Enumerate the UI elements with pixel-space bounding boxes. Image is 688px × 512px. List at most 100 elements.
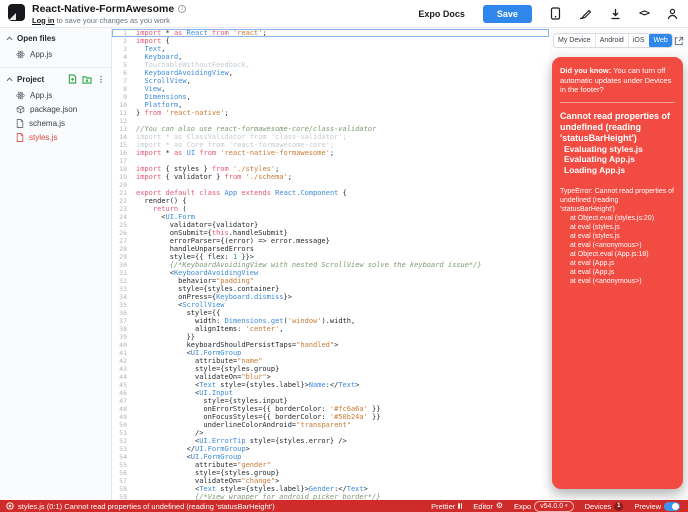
code-line-21[interactable]: 21 export default class App extends React… xyxy=(112,189,549,197)
theme-icon[interactable] xyxy=(579,8,592,20)
file-package.json[interactable]: package.json xyxy=(0,102,111,116)
code-line-17[interactable]: 17 xyxy=(112,157,549,165)
editor-settings-button[interactable]: Editor ⚙ xyxy=(473,502,503,511)
project-header[interactable]: Project ⋮ xyxy=(0,71,111,87)
code-line-44[interactable]: 44 validateOn="blur"> xyxy=(112,373,549,381)
snack-logo[interactable] xyxy=(8,3,25,21)
code-line-4[interactable]: 4 Keyboard, xyxy=(112,53,549,61)
code-line-25[interactable]: 25 validator={validator} xyxy=(112,221,549,229)
code-line-24[interactable]: 24 <UI.Form xyxy=(112,213,549,221)
code-line-30[interactable]: 30 {/*KeyboardAvoidingView with nested S… xyxy=(112,261,549,269)
code-line-31[interactable]: 31 <KeyboardAvoidingView xyxy=(112,269,549,277)
tab-web[interactable]: Web xyxy=(648,34,672,47)
code-line-1[interactable]: 1 import * as React from 'react'; xyxy=(112,29,549,37)
code-line-14[interactable]: 14 import * as ClassValidator from 'class… xyxy=(112,133,549,141)
code-line-8[interactable]: 8 View, xyxy=(112,85,549,93)
code-line-50[interactable]: 50 underlineColorAndroid="transparent" xyxy=(112,421,549,429)
code-line-35[interactable]: 35 <ScrollView xyxy=(112,301,549,309)
app-header: React-Native-FormAwesome i Log in to sav… xyxy=(0,0,688,28)
code-line-43[interactable]: 43 style={styles.group} xyxy=(112,365,549,373)
import-files-icon[interactable] xyxy=(82,75,92,84)
code-line-46[interactable]: 46 <UI.Input xyxy=(112,389,549,397)
code-line-52[interactable]: 52 <UI.ErrorTip style={styles.error} /> xyxy=(112,437,549,445)
code-line-40[interactable]: 40 keyboardShouldPersistTaps="handled"> xyxy=(112,341,549,349)
code-line-19[interactable]: 19 import { validator } from './schema'; xyxy=(112,173,549,181)
embed-code-icon[interactable]: <> xyxy=(639,8,650,19)
file-App.js[interactable]: App.js xyxy=(0,88,111,102)
code-line-34[interactable]: 34 onPress={Keyboard.dismiss}> xyxy=(112,293,549,301)
code-line-53[interactable]: 53 </UI.FormGroup> xyxy=(112,445,549,453)
code-line-18[interactable]: 18 import { styles } from './styles'; xyxy=(112,165,549,173)
account-icon[interactable] xyxy=(667,8,678,20)
project-menu-icon[interactable]: ⋮ xyxy=(97,75,105,84)
line-number: 17 xyxy=(119,157,127,165)
code-line-47[interactable]: 47 style={styles.input} xyxy=(112,397,549,405)
code-line-55[interactable]: 55 attribute="gender" xyxy=(112,461,549,469)
code-line-58[interactable]: 58 <Text style={styles.label}>Gender:</T… xyxy=(112,485,549,493)
login-link[interactable]: Log in xyxy=(32,16,55,25)
line-number: 36 xyxy=(119,309,127,317)
code-line-16[interactable]: 16 import * as UI from 'react-native-form… xyxy=(112,149,549,157)
code-line-56[interactable]: 56 style={styles.group} xyxy=(112,469,549,477)
line-content: underlineColorAndroid="transparent" xyxy=(136,421,351,429)
save-button[interactable]: Save xyxy=(482,4,532,23)
expo-docs-link[interactable]: Expo Docs xyxy=(418,9,465,19)
preview-toggle-item[interactable]: Preview xyxy=(634,501,680,511)
code-line-42[interactable]: 42 attribute="name" xyxy=(112,357,549,365)
code-line-41[interactable]: 41 <UI.FormGroup xyxy=(112,349,549,357)
file-schema.js[interactable]: schema.js xyxy=(0,116,111,130)
code-line-39[interactable]: 39 }} xyxy=(112,333,549,341)
code-line-5[interactable]: 5 TouchableWithoutFeedback, xyxy=(112,61,549,69)
tab-ios[interactable]: iOS xyxy=(629,34,650,47)
code-line-36[interactable]: 36 style={{ xyxy=(112,309,549,317)
code-line-28[interactable]: 28 handleUnparsedErrors xyxy=(112,245,549,253)
code-line-45[interactable]: 45 <Text style={styles.label}>Name:</Tex… xyxy=(112,381,549,389)
code-line-9[interactable]: 9 Dimensions, xyxy=(112,93,549,101)
code-line-23[interactable]: 23 return ( xyxy=(112,205,549,213)
open-external-icon[interactable] xyxy=(674,36,684,46)
code-line-29[interactable]: 29 style={{ flex: 1 }}> xyxy=(112,253,549,261)
info-icon[interactable]: i xyxy=(178,4,187,13)
tab-my-device[interactable]: My Device xyxy=(554,34,596,47)
code-line-32[interactable]: 32 behavior="padding" xyxy=(112,277,549,285)
code-line-38[interactable]: 38 alignItems: 'center', xyxy=(112,325,549,333)
code-line-54[interactable]: 54 <UI.FormGroup xyxy=(112,453,549,461)
code-line-10[interactable]: 10 Platform, xyxy=(112,101,549,109)
device-preview-icon[interactable] xyxy=(550,7,561,20)
code-line-27[interactable]: 27 errorParser={(error) => error.message… xyxy=(112,237,549,245)
new-file-icon[interactable] xyxy=(68,74,77,84)
file-App.js[interactable]: App.js xyxy=(0,47,111,61)
code-line-51[interactable]: 51 /> xyxy=(112,429,549,437)
sdk-version-pill[interactable]: v54.0.0 ▾ xyxy=(534,500,574,512)
code-line-15[interactable]: 15 import * as Core from 'react-formaweso… xyxy=(112,141,549,149)
code-line-26[interactable]: 26 onSubmit={this.handleSubmit} xyxy=(112,229,549,237)
code-line-48[interactable]: 48 onErrorStyles={{ borderColor: '#fc6a6… xyxy=(112,405,549,413)
code-line-49[interactable]: 49 onFocusStyles={{ borderColor: '#50b24… xyxy=(112,413,549,421)
code-line-33[interactable]: 33 style={styles.container} xyxy=(112,285,549,293)
devices-button[interactable]: Devices 1 xyxy=(585,501,624,511)
preview-toggle[interactable] xyxy=(664,501,680,511)
prettier-button[interactable]: Prettier xyxy=(431,502,463,511)
code-line-11[interactable]: 11} from 'react-native'; xyxy=(112,109,549,117)
package-icon xyxy=(16,105,25,114)
download-icon[interactable] xyxy=(610,8,621,20)
statusbar-error-text[interactable]: styles.js (0:1) Cannot read properties o… xyxy=(18,502,275,511)
code-line-7[interactable]: 7 ScrollView, xyxy=(112,77,549,85)
code-line-2[interactable]: 2 import { xyxy=(112,37,549,45)
code-line-12[interactable]: 12 xyxy=(112,117,549,125)
code-line-20[interactable]: 20 xyxy=(112,181,549,189)
code-line-3[interactable]: 3 Text, xyxy=(112,45,549,53)
expo-version[interactable]: Expo v54.0.0 ▾ xyxy=(514,500,574,512)
stack-trace: TypeError: Cannot read properties of und… xyxy=(560,187,675,286)
code-line-13[interactable]: 13 //You can also use react-formawesome-c… xyxy=(112,125,549,133)
code-line-22[interactable]: 22 render() { xyxy=(112,197,549,205)
line-number: 9 xyxy=(123,93,127,101)
tab-android[interactable]: Android xyxy=(596,34,629,47)
code-line-6[interactable]: 6 KeyboardAvoidingView, xyxy=(112,69,549,77)
code-editor[interactable]: 1 import * as React from 'react'; 2 import … xyxy=(112,28,549,500)
code-line-57[interactable]: 57 validateOn="change"> xyxy=(112,477,549,485)
file-styles.js[interactable]: styles.js xyxy=(0,130,111,144)
open-files-header[interactable]: Open files xyxy=(0,31,111,46)
code-line-59[interactable]: 59 {/*View wrapper for android picker bo… xyxy=(112,493,549,500)
code-line-37[interactable]: 37 width: Dimensions.get('window').width… xyxy=(112,317,549,325)
